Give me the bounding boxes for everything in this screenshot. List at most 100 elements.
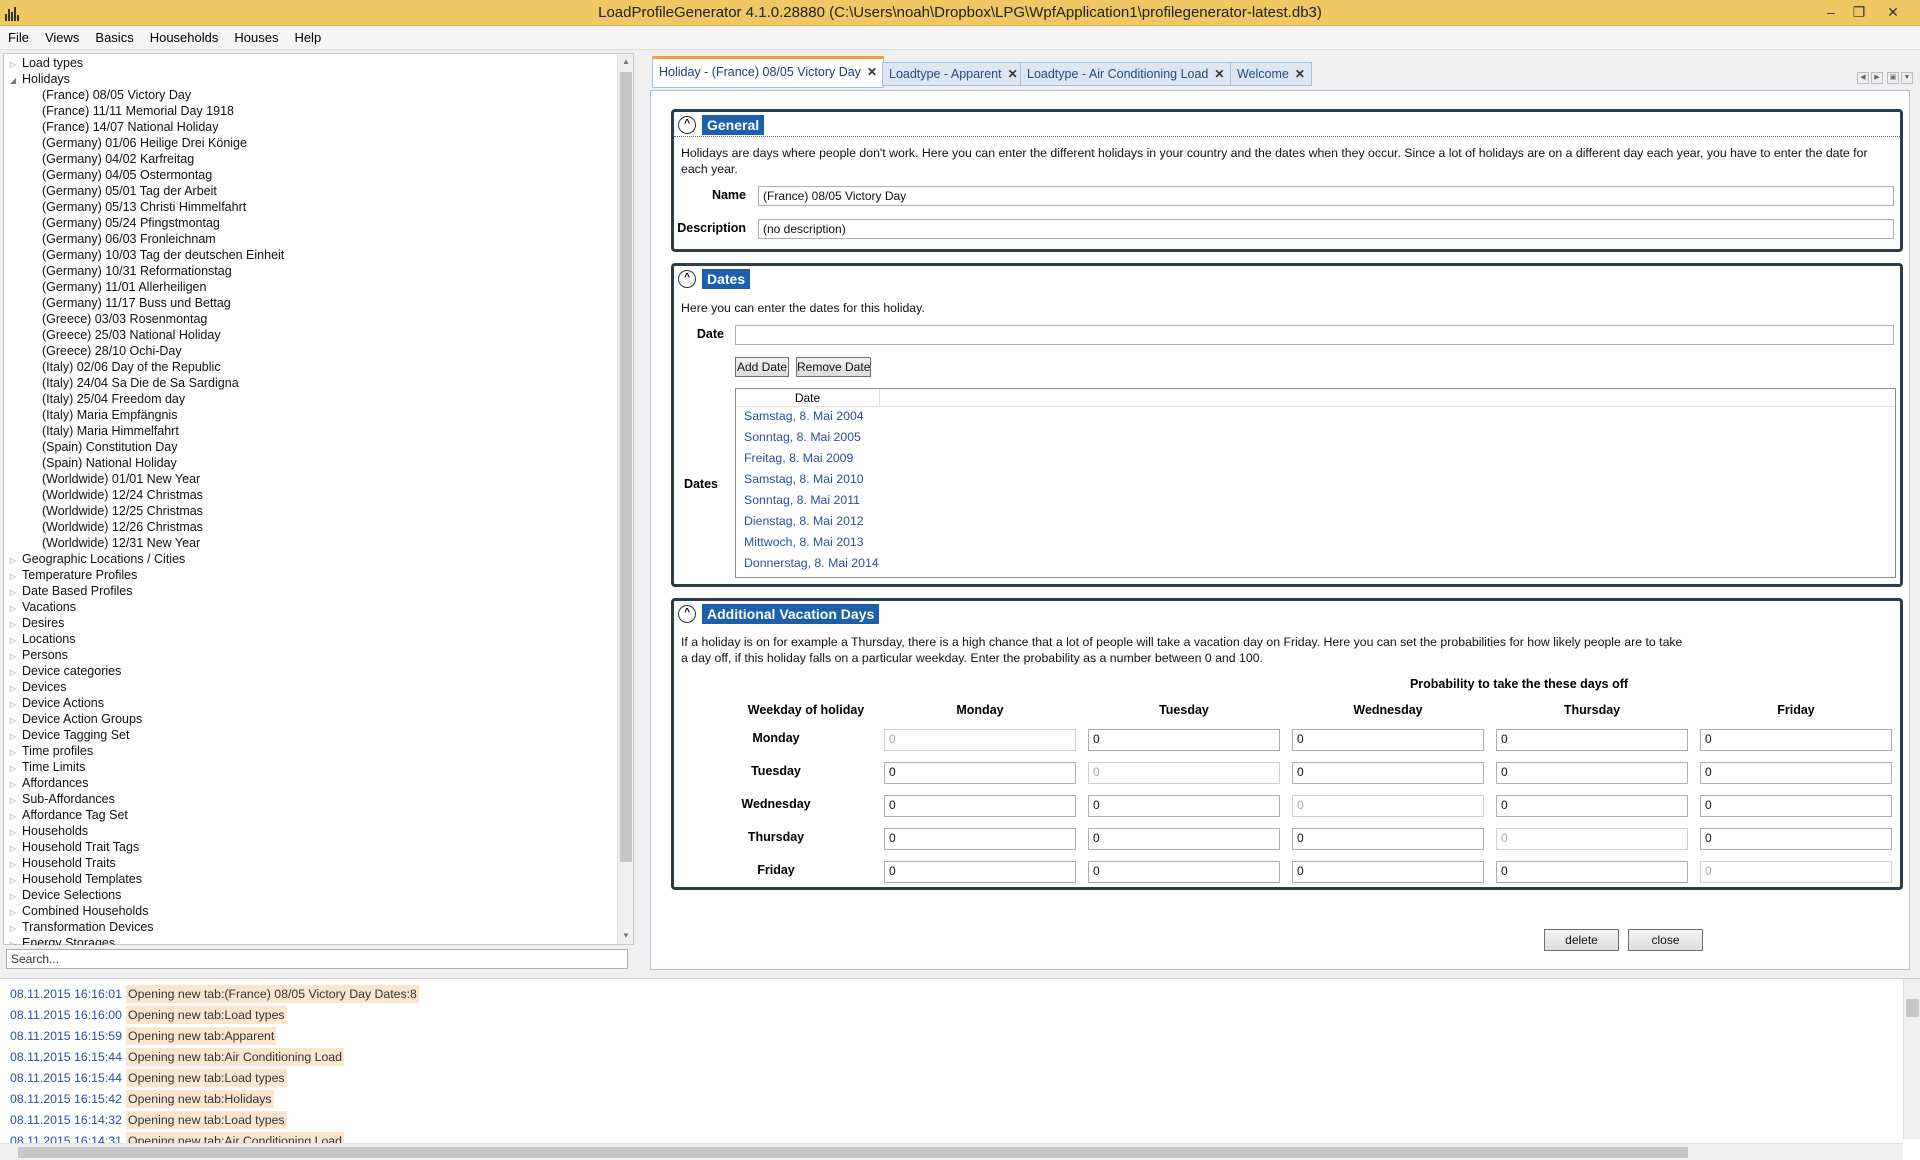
tree-node-holiday[interactable]: (Germany) 06/03 Fronleichnam	[4, 231, 618, 247]
probability-input[interactable]: 0	[1292, 828, 1484, 850]
tree-node-category[interactable]: ▷ Persons	[4, 647, 618, 663]
tab-loadtype-apparent[interactable]: Loadtype - Apparent ✕	[882, 62, 1025, 86]
log-horizontal-scrollbar[interactable]	[0, 1143, 1903, 1160]
close-tab-icon[interactable]: ✕	[867, 59, 877, 85]
tree-node-holiday[interactable]: (Germany) 05/13 Christi Himmelfahrt	[4, 199, 618, 215]
tree-node-holiday[interactable]: (Germany) 05/24 Pfingstmontag	[4, 215, 618, 231]
log-vertical-scrollbar[interactable]	[1903, 979, 1920, 1139]
tree-node-category[interactable]: ▷ Sub-Affordances	[4, 791, 618, 807]
tree-node-category[interactable]: ▷ Date Based Profiles	[4, 583, 618, 599]
probability-input[interactable]: 0	[884, 762, 1076, 784]
close-tab-icon[interactable]: ✕	[1295, 63, 1305, 85]
tree-node-holiday[interactable]: (Germany) 05/01 Tag der Arbeit	[4, 183, 618, 199]
close-tab-icon[interactable]: ✕	[1008, 63, 1018, 85]
tree-node-category[interactable]: ▷ Time Limits	[4, 759, 618, 775]
collapse-chevron-icon[interactable]: ^	[678, 270, 696, 288]
probability-input[interactable]: 0	[1700, 762, 1892, 784]
tree-node-category[interactable]: ▷ Device Actions	[4, 695, 618, 711]
date-list-item[interactable]: Dienstag, 8. Mai 2012	[744, 514, 864, 528]
tab-scroll-right-icon[interactable]: ▶	[1871, 72, 1883, 84]
probability-input[interactable]: 0	[1088, 828, 1280, 850]
date-list-item[interactable]: Mittwoch, 8. Mai 2013	[744, 535, 864, 549]
tree-node-category[interactable]: ▷ Households	[4, 823, 618, 839]
tree-node-category[interactable]: ▷ Device categories	[4, 663, 618, 679]
tree-node-holiday[interactable]: (Italy) 25/04 Freedom day	[4, 391, 618, 407]
probability-input[interactable]: 0	[884, 861, 1076, 883]
tree-node-holiday[interactable]: (Germany) 01/06 Heilige Drei Könige	[4, 135, 618, 151]
menu-houses[interactable]: Houses	[226, 26, 286, 50]
tree-node-holiday[interactable]: (France) 08/05 Victory Day	[4, 87, 618, 103]
tree-node-holidays[interactable]: ◢ Holidays	[4, 71, 618, 87]
tree-node-category[interactable]: ▷ Locations	[4, 631, 618, 647]
tree-node-category[interactable]: ▷ Energy Storages	[4, 935, 618, 945]
menu-households[interactable]: Households	[142, 26, 227, 50]
tree-node-holiday[interactable]: (Worldwide) 12/31 New Year	[4, 535, 618, 551]
tree-node-category[interactable]: ▷ Combined Households	[4, 903, 618, 919]
probability-input[interactable]: 0	[1496, 729, 1688, 751]
tree-node-holiday[interactable]: (Spain) National Holiday	[4, 455, 618, 471]
tree-node-category[interactable]: ▷ Time profiles	[4, 743, 618, 759]
tree-node-category[interactable]: ▷ Device Tagging Set	[4, 727, 618, 743]
tree-scrollbar[interactable]: ▲ ▼	[617, 54, 633, 944]
probability-input[interactable]: 0	[884, 795, 1076, 817]
scroll-down-icon[interactable]: ▼	[618, 928, 634, 944]
probability-input[interactable]: 0	[1700, 729, 1892, 751]
tree-node-category[interactable]: ▷ Vacations	[4, 599, 618, 615]
tree-node-holiday[interactable]: (Germany) 11/01 Allerheiligen	[4, 279, 618, 295]
tree-node-load-types[interactable]: ▷ Load types	[4, 55, 618, 71]
tree-node-category[interactable]: ▷ Devices	[4, 679, 618, 695]
tree-node-category[interactable]: ▷ Household Traits	[4, 855, 618, 871]
minimize-button[interactable]: –	[1817, 1, 1845, 23]
tree-node-holiday[interactable]: (France) 11/11 Memorial Day 1918	[4, 103, 618, 119]
tree-node-category[interactable]: ▷ Device Action Groups	[4, 711, 618, 727]
probability-input[interactable]: 0	[1700, 795, 1892, 817]
probability-input[interactable]: 0	[1496, 762, 1688, 784]
add-date-button[interactable]: Add Date	[735, 357, 789, 377]
collapse-chevron-icon[interactable]: ^	[678, 605, 696, 623]
date-column-header[interactable]: Date	[736, 389, 880, 407]
probability-input[interactable]: 0	[884, 828, 1076, 850]
date-input[interactable]	[735, 325, 1894, 345]
tree-node-holiday[interactable]: (Spain) Constitution Day	[4, 439, 618, 455]
close-button[interactable]: close	[1628, 929, 1703, 951]
scrollbar-thumb[interactable]	[18, 1147, 1688, 1158]
date-list-item[interactable]: Freitag, 8. Mai 2009	[744, 451, 853, 465]
tree-node-holiday[interactable]: (Worldwide) 12/26 Christmas	[4, 519, 618, 535]
name-input[interactable]: (France) 08/05 Victory Day	[758, 186, 1894, 206]
tree-node-holiday[interactable]: (Worldwide) 01/01 New Year	[4, 471, 618, 487]
tree-node-holiday[interactable]: (Germany) 10/31 Reformationstag	[4, 263, 618, 279]
probability-input[interactable]: 0	[1292, 762, 1484, 784]
menu-help[interactable]: Help	[286, 26, 329, 50]
menu-file[interactable]: File	[0, 26, 37, 50]
tree-node-holiday[interactable]: (Greece) 28/10 Ochi-Day	[4, 343, 618, 359]
tree-node-holiday[interactable]: (France) 14/07 National Holiday	[4, 119, 618, 135]
description-input[interactable]: (no description)	[758, 219, 1894, 239]
dates-list[interactable]: Date Samstag, 8. Mai 2004 Sonntag, 8. Mai…	[735, 388, 1896, 578]
menu-views[interactable]: Views	[37, 26, 87, 50]
probability-input[interactable]: 0	[1088, 729, 1280, 751]
expand-arrow-icon[interactable]: ▷	[4, 937, 22, 945]
collapse-chevron-icon[interactable]: ^	[678, 116, 696, 134]
tree-node-category[interactable]: ▷ Transformation Devices	[4, 919, 618, 935]
tree-node-holiday[interactable]: (Italy) Maria Himmelfahrt	[4, 423, 618, 439]
tab-scroll-left-icon[interactable]: ◀	[1857, 72, 1869, 84]
tree-node-category[interactable]: ▷ Geographic Locations / Cities	[4, 551, 618, 567]
tree-node-category[interactable]: ▷ Temperature Profiles	[4, 567, 618, 583]
menu-basics[interactable]: Basics	[87, 26, 141, 50]
tree-node-holiday[interactable]: (Greece) 03/03 Rosenmontag	[4, 311, 618, 327]
date-list-item[interactable]: Sonntag, 8. Mai 2005	[744, 430, 861, 444]
tree-node-holiday[interactable]: (Italy) 24/04 Sa Die de Sa Sardigna	[4, 375, 618, 391]
tree-node-category[interactable]: ▷ Affordance Tag Set	[4, 807, 618, 823]
probability-input[interactable]: 0	[1088, 795, 1280, 817]
tree-node-holiday[interactable]: (Italy) 02/06 Day of the Republic	[4, 359, 618, 375]
close-window-button[interactable]: ✕	[1879, 1, 1907, 23]
tree-node-category[interactable]: ▷ Desires	[4, 615, 618, 631]
probability-input[interactable]: 0	[1700, 828, 1892, 850]
tree-search-input[interactable]: Search...	[6, 949, 628, 969]
probability-input[interactable]: 0	[1292, 729, 1484, 751]
tab-list-icon[interactable]: ▣	[1887, 72, 1899, 84]
tree-node-holiday[interactable]: (Italy) Maria Empfängnis	[4, 407, 618, 423]
probability-input[interactable]: 0	[1496, 795, 1688, 817]
delete-button[interactable]: delete	[1544, 929, 1619, 951]
tree-node-category[interactable]: ▷ Household Trait Tags	[4, 839, 618, 855]
